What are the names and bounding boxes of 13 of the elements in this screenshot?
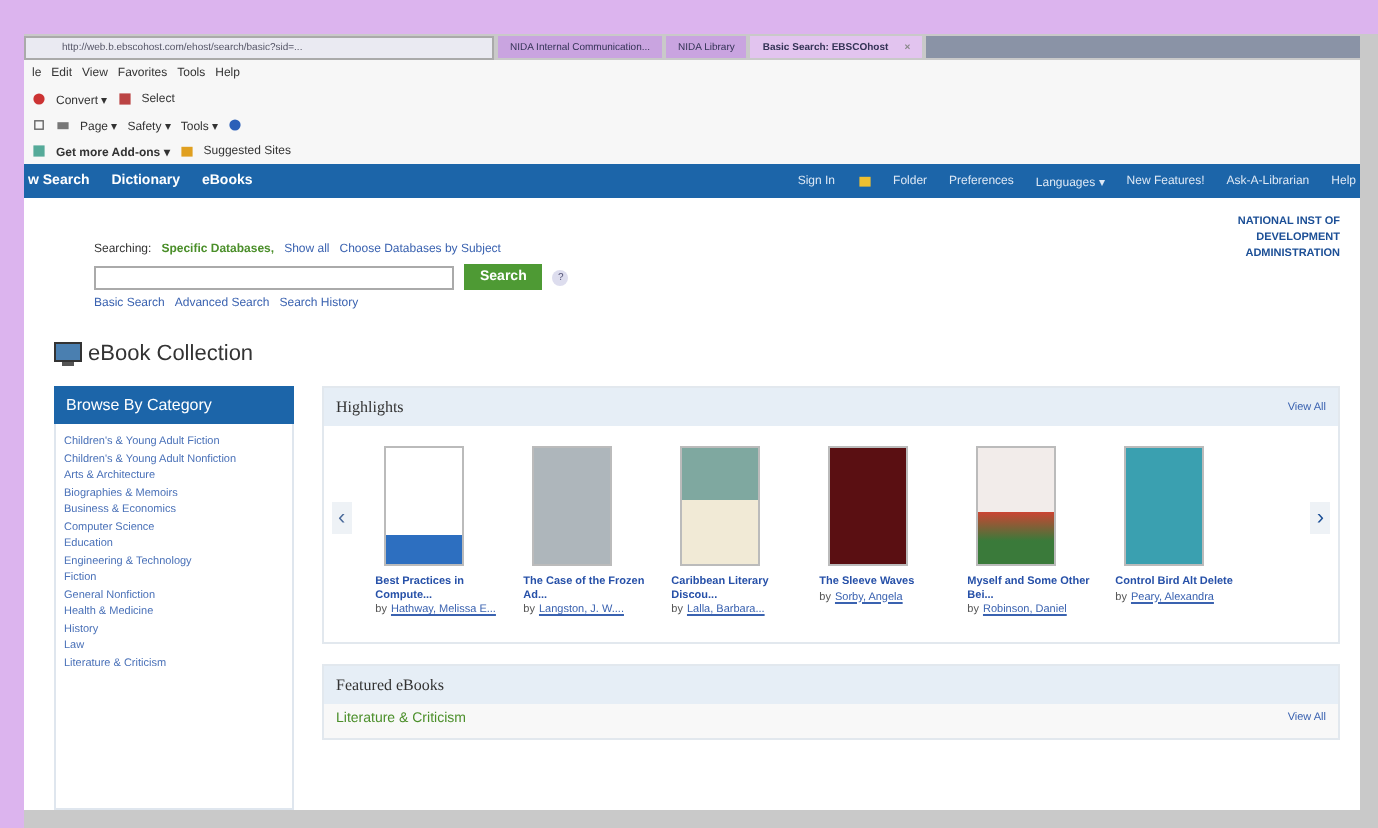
page-title: eBook Collection — [88, 342, 254, 366]
folder-icon — [179, 144, 194, 158]
book-cover[interactable] — [975, 446, 1056, 566]
book-cover[interactable] — [827, 446, 908, 566]
category-header: Browse By Category — [54, 386, 294, 424]
next-button[interactable]: › — [1310, 501, 1330, 534]
monitor-icon — [54, 342, 82, 366]
search-field[interactable] — [94, 265, 454, 289]
panel-title: Highlights — [336, 398, 404, 416]
previous-button[interactable]: ‹ — [332, 501, 352, 534]
folder-icon — [857, 174, 872, 188]
book-cover[interactable] — [383, 446, 464, 566]
panel-title: Featured eBooks — [336, 675, 444, 693]
